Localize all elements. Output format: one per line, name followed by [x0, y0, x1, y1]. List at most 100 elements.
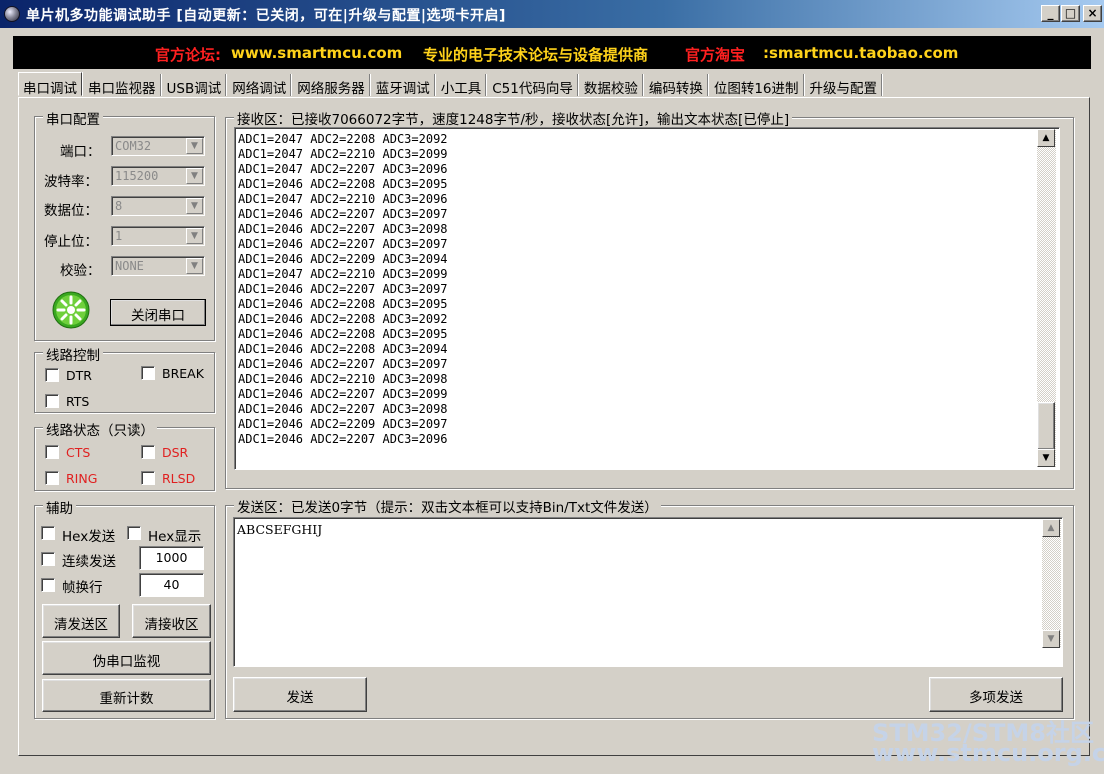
- receive-scroll-thumb[interactable]: [1037, 402, 1055, 450]
- databits-label: 数据位：: [44, 203, 98, 219]
- chevron-down-icon: ▼: [186, 198, 203, 214]
- receive-line: ADC1=2046 ADC2=2208 ADC3=2095: [238, 297, 448, 311]
- tab-network-debug[interactable]: 网络调试: [228, 74, 292, 97]
- clear-receive-button[interactable]: 清接收区: [132, 604, 211, 638]
- databits-select[interactable]: 8 ▼: [111, 196, 205, 216]
- receive-line: ADC1=2047 ADC2=2208 ADC3=2092: [238, 132, 448, 146]
- receive-line: ADC1=2046 ADC2=2207 ADC3=2097: [238, 207, 448, 221]
- receive-line: ADC1=2046 ADC2=2207 ADC3=2099: [238, 387, 448, 401]
- receive-line: ADC1=2046 ADC2=2208 ADC3=2094: [238, 342, 448, 356]
- receive-line: ADC1=2046 ADC2=2207 ADC3=2097: [238, 282, 448, 296]
- app-icon: [4, 6, 20, 22]
- tab-bluetooth-debug[interactable]: 蓝牙调试: [372, 74, 435, 97]
- parity-value: NONE: [115, 259, 144, 273]
- stopbits-select[interactable]: 1 ▼: [111, 226, 205, 246]
- receive-line: ADC1=2046 ADC2=2209 ADC3=2094: [238, 252, 448, 266]
- receive-line: ADC1=2046 ADC2=2207 ADC3=2098: [238, 402, 448, 416]
- ad-banner[interactable]: 官方论坛: www.smartmcu.com 专业的电子技术论坛与设备提供商 官…: [13, 36, 1091, 69]
- recount-button[interactable]: 重新计数: [42, 679, 211, 712]
- break-label: BREAK: [162, 366, 204, 381]
- scroll-up-icon[interactable]: ▲: [1042, 519, 1060, 537]
- multi-send-button[interactable]: 多项发送: [929, 677, 1063, 712]
- tab-upgrade-config[interactable]: 升级与配置: [806, 74, 883, 97]
- continuous-send-label: 连续发送: [62, 554, 116, 570]
- break-checkbox[interactable]: [141, 366, 155, 380]
- receive-line: ADC1=2047 ADC2=2207 ADC3=2096: [238, 162, 448, 176]
- close-button[interactable]: ×: [1083, 5, 1102, 22]
- receive-textbox[interactable]: ADC1=2047 ADC2=2208 ADC3=2092 ADC1=2047 A…: [234, 127, 1060, 470]
- send-textbox[interactable]: ABCSEFGHIJ: [233, 517, 1063, 667]
- stopbits-label: 停止位：: [44, 234, 98, 250]
- receive-line: ADC1=2046 ADC2=2210 ADC3=2098: [238, 372, 448, 386]
- minimize-button[interactable]: _: [1041, 5, 1060, 22]
- line-status-title: 线路状态（只读）: [43, 419, 157, 439]
- maximize-button[interactable]: □: [1061, 5, 1080, 22]
- receive-line: ADC1=2047 ADC2=2210 ADC3=2096: [238, 192, 448, 206]
- hex-display-checkbox[interactable]: [127, 526, 141, 540]
- rlsd-label: RLSD: [162, 471, 196, 486]
- receive-line: ADC1=2046 ADC2=2208 ADC3=2095: [238, 177, 448, 191]
- continuous-interval-input[interactable]: 1000: [139, 546, 204, 570]
- cts-label: CTS: [66, 445, 91, 460]
- stopbits-value: 1: [115, 229, 123, 243]
- slogan-text: 专业的电子技术论坛与设备提供商: [423, 46, 649, 64]
- baud-value: 115200: [115, 169, 159, 183]
- tab-encoding[interactable]: 编码转换: [645, 74, 708, 97]
- frame-newline-label: 帧换行: [62, 580, 103, 596]
- parity-label: 校验：: [60, 263, 101, 279]
- line-control-title: 线路控制: [43, 344, 103, 364]
- rts-label: RTS: [66, 394, 90, 409]
- port-value: COM32: [115, 139, 152, 153]
- window-title: 单片机多功能调试助手 [自动更新：已关闭，可在|升级与配置|选项卡开启]: [26, 8, 506, 24]
- close-port-button[interactable]: 关闭串口: [110, 299, 206, 326]
- hex-send-checkbox[interactable]: [41, 526, 55, 540]
- dtr-checkbox[interactable]: [45, 368, 59, 382]
- pseudo-monitor-button[interactable]: 伪串口监视: [42, 641, 211, 675]
- shop-url-link[interactable]: :smartmcu.taobao.com: [763, 44, 958, 62]
- tab-c51-wizard[interactable]: C51代码向导: [488, 74, 578, 97]
- dsr-checkbox: [141, 445, 155, 459]
- tab-tools[interactable]: 小工具: [437, 74, 487, 97]
- databits-value: 8: [115, 199, 123, 213]
- continuous-send-checkbox[interactable]: [41, 552, 55, 566]
- forum-url-link[interactable]: www.smartmcu.com: [231, 44, 402, 62]
- forum-label: 官方论坛:: [155, 46, 221, 64]
- receive-line: ADC1=2046 ADC2=2207 ADC3=2097: [238, 237, 448, 251]
- ring-label: RING: [66, 471, 98, 486]
- parity-select[interactable]: NONE ▼: [111, 256, 205, 276]
- tab-data-checksum[interactable]: 数据校验: [580, 74, 643, 97]
- receive-line: ADC1=2046 ADC2=2209 ADC3=2097: [238, 417, 448, 431]
- serial-config-title: 串口配置: [43, 108, 103, 128]
- shop-label: 官方淘宝: [685, 46, 746, 64]
- baud-select[interactable]: 115200 ▼: [111, 166, 205, 186]
- send-scrollbar[interactable]: [1042, 519, 1061, 647]
- tab-serial-debug[interactable]: 串口调试: [18, 72, 82, 97]
- chevron-down-icon: ▼: [186, 168, 203, 184]
- port-select[interactable]: COM32 ▼: [111, 136, 205, 156]
- scroll-down-icon[interactable]: ▼: [1042, 630, 1060, 648]
- receive-title: 接收区：已接收7066072字节，速度1248字节/秒，接收状态[允许]，输出文…: [234, 108, 793, 128]
- send-button[interactable]: 发送: [233, 677, 367, 712]
- receive-line: ADC1=2046 ADC2=2208 ADC3=2095: [238, 327, 448, 341]
- hex-send-label: Hex发送: [62, 529, 116, 545]
- frame-newline-input[interactable]: 40: [139, 573, 204, 597]
- watermark-line-2: www.stmcu.org.cn: [872, 739, 1104, 767]
- tab-usb-debug[interactable]: USB调试: [163, 74, 227, 97]
- tab-network-server[interactable]: 网络服务器: [293, 74, 370, 97]
- receive-line: ADC1=2046 ADC2=2207 ADC3=2097: [238, 357, 448, 371]
- frame-newline-checkbox[interactable]: [41, 578, 55, 592]
- hex-display-label: Hex显示: [148, 529, 202, 545]
- dtr-label: DTR: [66, 368, 92, 383]
- baud-label: 波特率：: [44, 174, 98, 190]
- receive-line: ADC1=2046 ADC2=2208 ADC3=2092: [238, 312, 448, 326]
- scroll-down-icon[interactable]: ▼: [1037, 449, 1055, 467]
- port-label: 端口：: [60, 144, 101, 160]
- tab-bar: 串口调试 串口监视器 USB调试 网络调试 网络服务器 蓝牙调试 小工具 C51代码向导 数据校…: [18, 72, 884, 98]
- tab-serial-monitor[interactable]: 串口监视器: [84, 74, 161, 97]
- tab-bitmap-hex[interactable]: 位图转16进制: [710, 74, 804, 97]
- scroll-up-icon[interactable]: ▲: [1037, 129, 1055, 147]
- aux-title: 辅助: [43, 497, 76, 517]
- title-bar[interactable]: 单片机多功能调试助手 [自动更新：已关闭，可在|升级与配置|选项卡开启] _ □…: [0, 0, 1104, 28]
- clear-send-button[interactable]: 清发送区: [42, 604, 120, 638]
- rts-checkbox[interactable]: [45, 394, 59, 408]
